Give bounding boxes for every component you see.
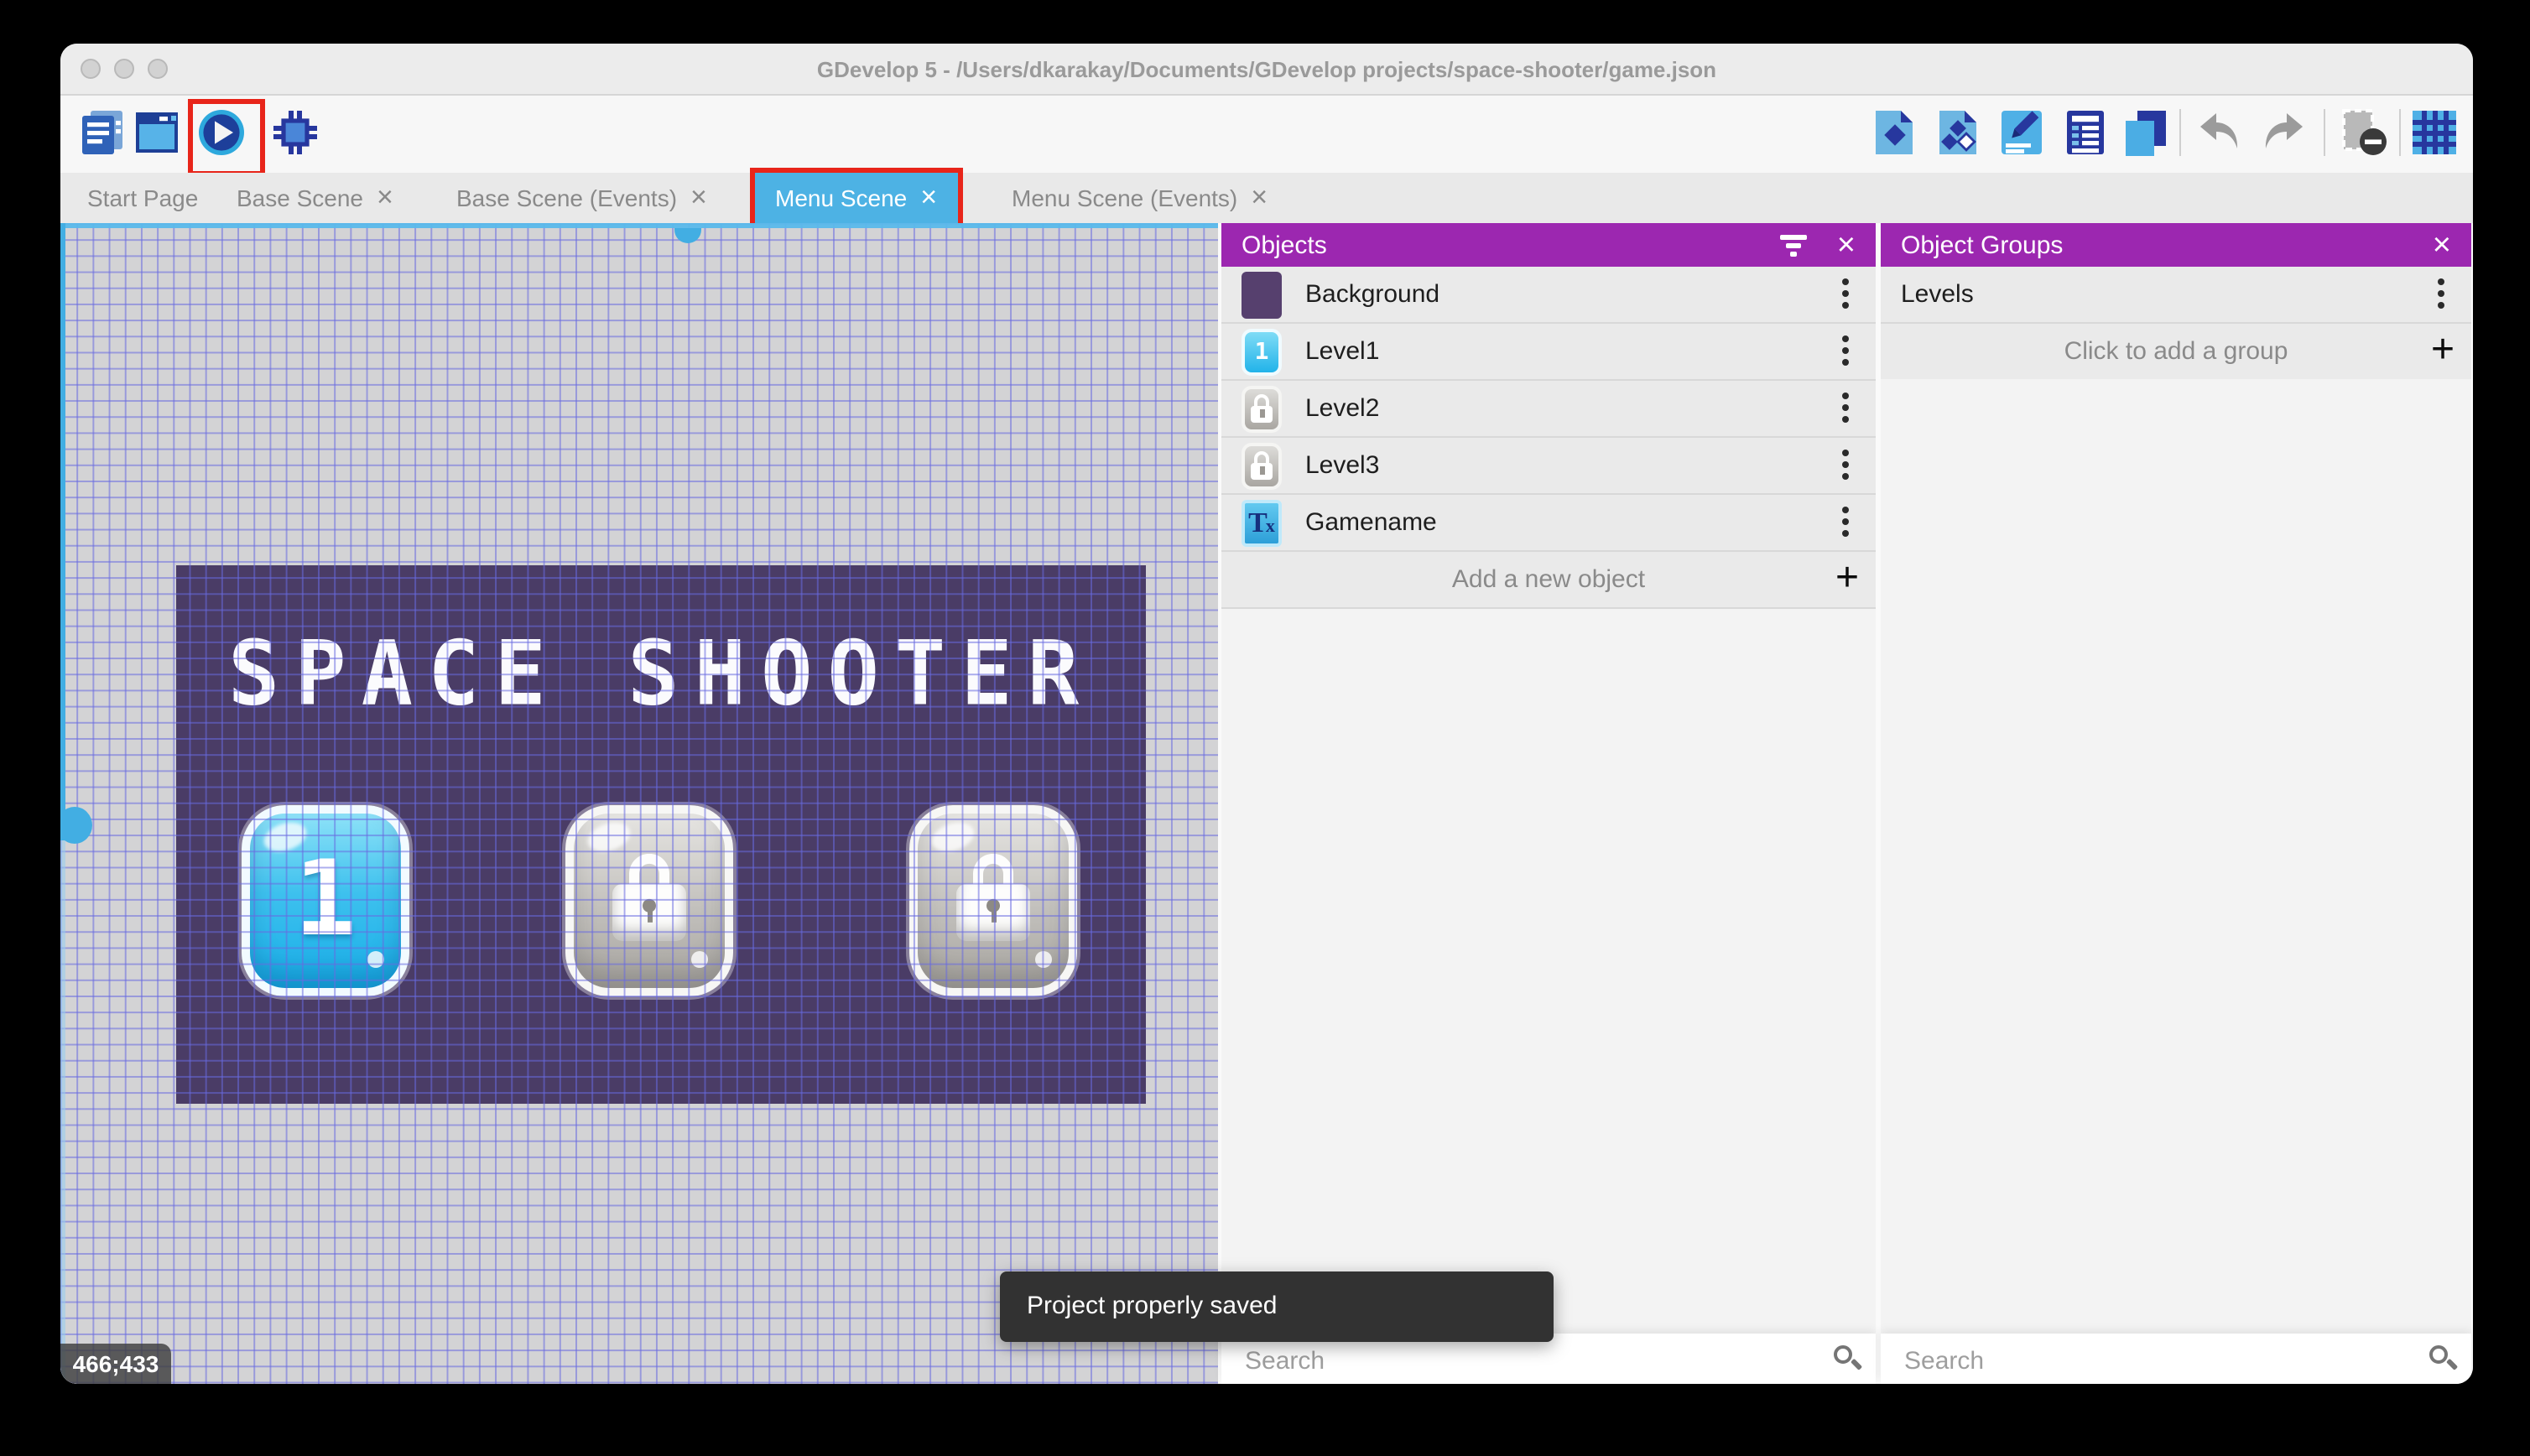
save-toast: Project properly saved [1000, 1271, 1554, 1342]
toolbar-divider [2324, 109, 2325, 156]
window-mask-icon[interactable] [2339, 107, 2389, 158]
object-groups-panel-header: Object Groups × [1881, 223, 2471, 267]
more-options-icon[interactable] [1842, 393, 1849, 399]
grid-icon[interactable] [2409, 107, 2460, 158]
tab-label: Base Scene [237, 185, 363, 211]
groups-search-bar [1881, 1334, 2471, 1384]
tab-label: Base Scene (Events) [456, 185, 678, 211]
object-label: Background [1305, 280, 1440, 309]
lock-icon [956, 853, 1030, 941]
objects-panel-header: Objects × [1221, 223, 1876, 267]
menu-scene-background[interactable]: SPACE SHOOTER 1 [176, 565, 1146, 1104]
locked-thumbnail [1242, 385, 1282, 432]
tab-base-scene[interactable]: Base Scene × [216, 173, 414, 223]
tab-close-icon[interactable]: × [920, 182, 937, 211]
object-row-gamename[interactable]: Tx Gamename [1221, 495, 1876, 552]
horizontal-scrollbar-handle[interactable] [674, 228, 701, 243]
vertical-scrollbar-handle[interactable] [60, 807, 92, 844]
tab-label: Menu Scene (Events) [1012, 185, 1238, 211]
scene-editor-icon[interactable] [133, 107, 183, 158]
objects-panel: Objects × Background 1 Level1 Level2 Lev… [1221, 223, 1876, 1384]
tab-close-icon[interactable]: × [690, 182, 707, 211]
objects-panel-empty-space [1221, 609, 1876, 1334]
screenshot-stage: GDevelop 5 - /Users/dkarakay/Documents/G… [0, 0, 2530, 1456]
properties-pencil-icon[interactable] [1996, 107, 2047, 158]
tab-menu-scene[interactable]: Menu Scene × [750, 168, 963, 228]
object-row-level1[interactable]: 1 Level1 [1221, 324, 1876, 381]
tab-label: Menu Scene [775, 185, 908, 211]
instances-list-icon[interactable] [2060, 107, 2111, 158]
more-options-icon[interactable] [1842, 278, 1849, 285]
level-1-button-sprite[interactable]: 1 [242, 805, 409, 996]
more-options-icon[interactable] [1842, 450, 1849, 456]
game-title-text-object[interactable]: SPACE SHOOTER [176, 624, 1146, 727]
horizontal-scrollbar[interactable] [60, 223, 1218, 228]
more-options-icon[interactable] [2438, 278, 2444, 285]
level-2-locked-sprite[interactable] [565, 805, 733, 996]
title-bar: GDevelop 5 - /Users/dkarakay/Documents/G… [60, 44, 2473, 96]
object-row-level3[interactable]: Level3 [1221, 438, 1876, 495]
add-group-row[interactable]: Click to add a group + [1881, 324, 2471, 381]
groups-panel-empty-space [1881, 379, 2471, 1334]
object-label: Level1 [1305, 337, 1380, 366]
tab-close-icon[interactable]: × [1251, 182, 1268, 211]
object-row-background[interactable]: Background [1221, 267, 1876, 324]
object-label: Gamename [1305, 508, 1437, 537]
plus-icon[interactable]: + [1835, 552, 1859, 604]
project-manager-icon[interactable] [81, 107, 131, 158]
tab-menu-scene-events[interactable]: Menu Scene (Events) × [992, 173, 1288, 223]
add-object-row[interactable]: Add a new object + [1221, 552, 1876, 609]
groups-list: Levels Click to add a group + [1881, 267, 2471, 381]
object-groups-icon[interactable] [1933, 107, 1983, 158]
group-row-levels[interactable]: Levels [1881, 267, 2471, 324]
plus-icon[interactable]: + [2431, 324, 2455, 376]
object-row-level2[interactable]: Level2 [1221, 381, 1876, 438]
tab-base-scene-events[interactable]: Base Scene (Events) × [436, 173, 727, 223]
app-window: GDevelop 5 - /Users/dkarakay/Documents/G… [60, 44, 2473, 1384]
add-group-label: Click to add a group [2064, 337, 2288, 366]
layers-icon[interactable] [2121, 107, 2171, 158]
tab-start-page[interactable]: Start Page [67, 173, 218, 223]
object-groups-panel: Object Groups × Levels Click to add a gr… [1881, 223, 2471, 1384]
add-object-icon[interactable] [1869, 107, 1919, 158]
window-title: GDevelop 5 - /Users/dkarakay/Documents/G… [816, 57, 1717, 82]
group-label: Levels [1901, 280, 1974, 309]
close-icon[interactable]: × [2433, 229, 2451, 261]
objects-panel-title: Objects [1242, 231, 1327, 259]
more-options-icon[interactable] [1842, 335, 1849, 342]
object-label: Level3 [1305, 451, 1380, 480]
toolbar-divider [2399, 109, 2401, 156]
tab-label: Start Page [87, 185, 199, 211]
tab-close-icon[interactable]: × [377, 182, 393, 211]
cursor-coordinates-badge: 466;433 [60, 1344, 171, 1384]
undo-icon[interactable] [2194, 107, 2245, 158]
content-area: SPACE SHOOTER 1 466;433 Objects × Backgr… [60, 223, 2473, 1384]
close-icon[interactable]: × [1837, 229, 1856, 261]
locked-thumbnail [1242, 442, 1282, 489]
search-icon[interactable] [1834, 1345, 1852, 1364]
play-icon[interactable] [196, 107, 247, 158]
more-options-icon[interactable] [1842, 507, 1849, 513]
background-thumbnail [1242, 271, 1282, 318]
groups-search-input[interactable] [1901, 1334, 2404, 1384]
filter-icon[interactable] [1779, 235, 1807, 256]
level-1-number: 1 [294, 837, 357, 959]
debug-icon[interactable] [270, 107, 320, 158]
object-groups-panel-title: Object Groups [1901, 231, 2064, 259]
scene-canvas[interactable]: SPACE SHOOTER 1 466;433 [60, 223, 1218, 1384]
text-object-thumbnail: Tx [1242, 499, 1282, 546]
objects-list: Background 1 Level1 Level2 Level3 Tx Gam… [1221, 267, 1876, 609]
object-label: Level2 [1305, 394, 1380, 423]
level1-thumbnail: 1 [1242, 328, 1282, 375]
tab-bar: Start Page Base Scene × Base Scene (Even… [60, 168, 2473, 228]
level-3-locked-sprite[interactable] [909, 805, 1077, 996]
lock-icon [612, 853, 686, 941]
toolbar: 1:1 [60, 96, 2473, 176]
redo-icon[interactable] [2258, 107, 2309, 158]
search-icon[interactable] [2429, 1345, 2448, 1364]
vertical-scrollbar-track [60, 223, 65, 840]
toolbar-divider [2179, 109, 2181, 156]
add-object-label: Add a new object [1451, 565, 1646, 594]
